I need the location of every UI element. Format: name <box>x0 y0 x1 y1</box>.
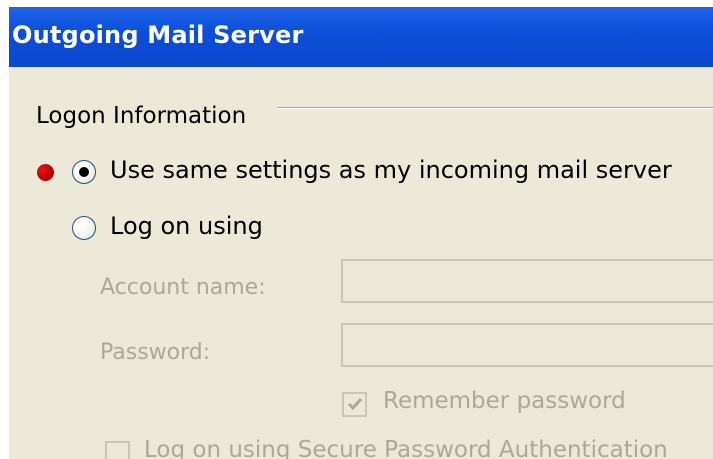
check-icon <box>347 398 363 411</box>
remember-password-label[interactable]: Remember password <box>383 388 626 414</box>
secure-password-auth-label[interactable]: Log on using Secure Password Authenticat… <box>144 437 668 459</box>
dialog-window: Outgoing Mail Server Logon Information U… <box>9 7 713 459</box>
account-name-field[interactable] <box>341 259 713 303</box>
title-bar[interactable]: Outgoing Mail Server <box>9 7 713 67</box>
log-on-using-label[interactable]: Log on using <box>110 212 263 240</box>
group-divider <box>277 107 713 109</box>
screenshot-frame: Outgoing Mail Server Logon Information U… <box>0 0 713 459</box>
red-dot-marker-icon <box>37 164 54 181</box>
remember-password-checkbox[interactable] <box>342 392 367 417</box>
window-title: Outgoing Mail Server <box>12 21 304 49</box>
log-on-using-radio[interactable] <box>72 216 96 240</box>
secure-password-auth-checkbox[interactable] <box>105 441 130 459</box>
password-label: Password: <box>100 340 211 365</box>
password-field[interactable] <box>341 323 713 367</box>
same-settings-label[interactable]: Use same settings as my incoming mail se… <box>110 156 672 184</box>
logon-group-label: Logon Information <box>36 103 247 129</box>
same-settings-radio[interactable] <box>72 160 96 184</box>
account-name-label: Account name: <box>100 275 266 300</box>
